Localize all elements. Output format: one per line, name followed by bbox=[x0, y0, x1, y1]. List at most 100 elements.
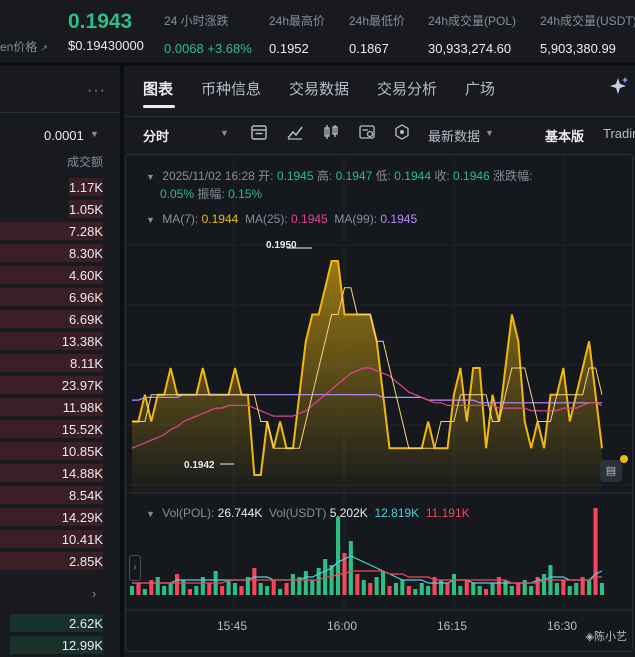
usd-price-label: en价格 ↗ bbox=[0, 40, 48, 54]
volume-bar bbox=[387, 586, 392, 595]
amount-value: 2.85K bbox=[69, 554, 103, 569]
candlestick-icon[interactable] bbox=[322, 123, 340, 141]
volume-bar bbox=[490, 583, 495, 595]
low-price-marker: 0.1942 bbox=[184, 460, 215, 471]
ask-row[interactable]: 4.60K bbox=[0, 264, 120, 286]
volume-bar bbox=[149, 580, 154, 595]
chevron-right-icon[interactable]: › bbox=[92, 586, 96, 601]
amount-value: 1.05K bbox=[69, 202, 103, 217]
amount-value: 10.41K bbox=[61, 532, 103, 547]
volume-bar bbox=[355, 574, 360, 595]
amount-value: 8.30K bbox=[69, 246, 103, 261]
ask-row[interactable]: 1.17K bbox=[0, 176, 120, 198]
volume-bar bbox=[316, 568, 321, 595]
tradingview-tab[interactable]: Tradin bbox=[603, 126, 635, 141]
calendar-indicator-icon[interactable] bbox=[250, 123, 268, 141]
ask-row[interactable]: 15.52K bbox=[0, 418, 120, 440]
amount-value: 4.60K bbox=[69, 268, 103, 283]
ask-row[interactable]: 23.97K bbox=[0, 374, 120, 396]
interval-select[interactable]: 分时 bbox=[143, 126, 169, 145]
stat-24h-low: 24h最低价 0.1867 bbox=[349, 14, 406, 56]
volume-bar bbox=[194, 586, 199, 595]
amount-value: 23.97K bbox=[61, 378, 103, 393]
chevron-down-icon[interactable]: ▼ bbox=[220, 128, 229, 138]
ask-row[interactable]: 6.69K bbox=[0, 308, 120, 330]
volume-bar bbox=[574, 583, 579, 595]
panel-expand-handle[interactable]: › bbox=[129, 555, 141, 581]
chart-order-icon[interactable]: ▤ bbox=[600, 460, 622, 482]
amount-value: 12.99K bbox=[61, 638, 103, 653]
volume-bar bbox=[142, 589, 147, 595]
ask-row[interactable]: 2.85K bbox=[0, 550, 120, 572]
tab-chart[interactable]: 图表 bbox=[143, 78, 173, 99]
x-tick-label: 16:15 bbox=[437, 619, 468, 633]
volume-bar bbox=[419, 583, 424, 595]
volume-bar bbox=[368, 583, 373, 595]
tab-trading-data[interactable]: 交易数据 bbox=[289, 78, 349, 99]
tick-size-select[interactable]: 0.0001 bbox=[44, 128, 84, 143]
chart-canvas bbox=[126, 155, 632, 611]
price-area bbox=[132, 261, 602, 493]
ma-info: ▼ MA(7): 0.1944 MA(25): 0.1945 MA(99): 0… bbox=[146, 212, 418, 226]
more-options-icon[interactable]: ··· bbox=[87, 82, 106, 100]
volume-bar bbox=[310, 580, 315, 595]
ask-row[interactable]: 11.98K bbox=[0, 396, 120, 418]
ticker-header: 0.1943 en价格 ↗ $0.19430000 24 小时涨跌 0.0068 … bbox=[0, 0, 635, 62]
ask-row[interactable]: 6.96K bbox=[0, 286, 120, 308]
volume-bar bbox=[348, 541, 353, 595]
line-chart-icon[interactable] bbox=[286, 123, 304, 141]
basic-version-tab[interactable]: 基本版 bbox=[545, 126, 584, 145]
ask-row[interactable]: 1.05K bbox=[0, 198, 120, 220]
indicator-icon[interactable] bbox=[393, 123, 411, 141]
chevron-down-icon[interactable]: ▼ bbox=[90, 129, 99, 139]
bid-row[interactable]: 12.99K bbox=[0, 634, 120, 656]
ask-row[interactable]: 10.41K bbox=[0, 528, 120, 550]
tab-coin-info[interactable]: 币种信息 bbox=[201, 78, 261, 99]
ask-row[interactable]: 8.11K bbox=[0, 352, 120, 374]
chart-panel: 图表 币种信息 交易数据 交易分析 广场 分时 ▼ 最新数据 ▼ 基本版 Tra… bbox=[124, 66, 635, 657]
volume-bar bbox=[516, 583, 521, 595]
amount-value: 15.52K bbox=[61, 422, 103, 437]
chevron-down-icon[interactable]: ▼ bbox=[485, 128, 494, 138]
volume-bar bbox=[290, 574, 295, 595]
ask-row[interactable]: 8.30K bbox=[0, 242, 120, 264]
volume-bar bbox=[278, 589, 283, 595]
tab-square[interactable]: 广场 bbox=[465, 78, 495, 99]
ask-row[interactable]: 14.29K bbox=[0, 506, 120, 528]
volume-bar bbox=[155, 577, 160, 595]
collapse-icon: ▼ bbox=[146, 509, 155, 519]
ask-row[interactable]: 7.28K bbox=[0, 220, 120, 242]
volume-bar bbox=[567, 586, 572, 595]
candle-info: ▼ 2025/11/02 16:28 开: 0.1945 高: 0.1947 低… bbox=[146, 169, 533, 183]
order-book: ··· 0.0001 ▼ 成交额 1.17K 1.05K 7.28K 8.30K 4.6… bbox=[0, 66, 120, 657]
volume-bar bbox=[187, 589, 192, 595]
amount-value: 7.28K bbox=[69, 224, 103, 239]
volume-bar bbox=[542, 574, 547, 595]
volume-bar bbox=[393, 583, 398, 595]
volume-bar bbox=[439, 580, 444, 595]
volume-bar bbox=[226, 580, 231, 595]
ask-row[interactable]: 10.85K bbox=[0, 440, 120, 462]
latest-data-select[interactable]: 最新数据 bbox=[428, 126, 480, 145]
x-tick-label: 15:45 bbox=[217, 619, 248, 633]
volume-bar bbox=[168, 583, 173, 595]
volume-bar bbox=[136, 583, 141, 595]
ai-sparkle-icon[interactable] bbox=[609, 76, 629, 96]
ask-row[interactable]: 13.38K bbox=[0, 330, 120, 352]
ask-row[interactable]: 8.54K bbox=[0, 484, 120, 506]
tab-trading-analysis[interactable]: 交易分析 bbox=[377, 78, 437, 99]
volume-bar bbox=[445, 583, 450, 595]
volume-bar bbox=[361, 580, 366, 595]
price-chart[interactable]: ▼ 2025/11/02 16:28 开: 0.1945 高: 0.1947 低… bbox=[125, 154, 633, 652]
amount-value: 8.54K bbox=[69, 488, 103, 503]
volume-bar bbox=[599, 583, 604, 595]
volume-bar bbox=[329, 565, 334, 595]
amount-value: 8.11K bbox=[69, 356, 103, 371]
volume-bar bbox=[529, 586, 534, 595]
amount-value: 11.98K bbox=[62, 400, 103, 415]
volume-bar bbox=[426, 586, 431, 595]
ask-row[interactable]: 14.88K bbox=[0, 462, 120, 484]
bid-row[interactable]: 2.62K bbox=[0, 612, 120, 634]
chart-settings-icon[interactable] bbox=[358, 123, 376, 141]
volume-bar bbox=[162, 586, 167, 595]
